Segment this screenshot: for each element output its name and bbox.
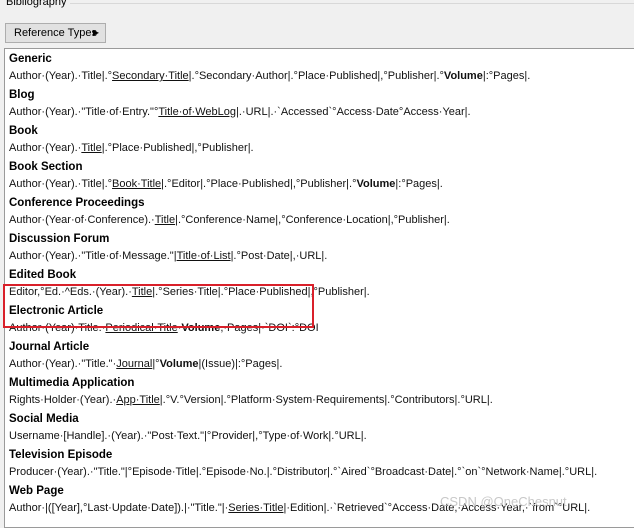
- reference-type-entry[interactable]: Multimedia Application Rights·Holder·(Yea…: [9, 375, 493, 411]
- template-field-underlined: Title: [154, 214, 176, 226]
- reference-type-entry[interactable]: Television Episode Producer·(Year).·"Titl…: [9, 447, 597, 483]
- reference-type-entry[interactable]: Blog Author·(Year).·"Title·of·Entry."°Tit…: [9, 87, 471, 123]
- reference-type-name: Multimedia Application: [9, 377, 135, 389]
- template-field-underlined: Book·Title: [112, 178, 162, 190]
- reference-type-name: Television Episode: [9, 449, 113, 461]
- citation-template[interactable]: Producer·(Year).·"Title."|°Episode·Title…: [9, 463, 597, 483]
- reference-type-name: Book: [9, 125, 38, 137]
- template-text: |:°Pages|.: [395, 178, 443, 190]
- template-text: |.°Conference·Name|,°Conference·Location…: [175, 214, 450, 226]
- template-text: Rights·Holder·(Year).·: [9, 394, 117, 406]
- template-text: Author·(Year).·"Title·of·Message."|: [9, 250, 177, 262]
- watermark: CSDN @OneChesnut: [440, 494, 567, 509]
- template-text: Author·(Year·of·Conference).·: [9, 214, 155, 226]
- template-text: Author·(Year).·Title|.°: [9, 178, 113, 190]
- reference-type-entry[interactable]: Book Author·(Year).·Title|.°Place·Publish…: [9, 123, 254, 159]
- reference-type-name: Discussion Forum: [9, 233, 110, 245]
- template-field-bold: Volume: [443, 70, 483, 82]
- reference-type-name: Conference Proceedings: [9, 197, 145, 209]
- template-text: |.°Secondary·Author|.°Place·Published|,°…: [188, 70, 444, 82]
- template-text: Author·(Year).·: [9, 142, 82, 154]
- citation-template[interactable]: Author·(Year·of·Conference).·Title|.°Con…: [9, 211, 450, 231]
- reference-type-entry[interactable]: Journal Article Author·(Year).·"Title."·J…: [9, 339, 282, 375]
- citation-template[interactable]: Author·(Year).·Title|.°Place·Published|,…: [9, 139, 254, 159]
- template-field-underlined: Series·Title: [228, 502, 284, 514]
- template-text: |.°Post·Date|,·URL|.: [230, 250, 328, 262]
- reference-type-entry[interactable]: Discussion Forum Author·(Year).·"Title·of…: [9, 231, 327, 267]
- template-text: |.°Editor|.°Place·Published|,°Publisher|…: [161, 178, 357, 190]
- template-text: Username·[Handle].·(Year).·"Post·Text."|…: [9, 430, 367, 442]
- reference-type-entry[interactable]: Social Media Username·[Handle].·(Year).·"…: [9, 411, 367, 447]
- template-field-bold: Volume: [356, 178, 396, 190]
- template-field-underlined: Title: [81, 142, 102, 154]
- template-text: Author·(Year).·"Title·of·Entry."°: [9, 106, 159, 118]
- template-field-underlined: Secondary·Title: [112, 70, 189, 82]
- bibliography-group-label: Bibliography: [6, 0, 69, 8]
- citation-template[interactable]: Author·(Year).·Title|.°Book·Title|.°Edit…: [9, 175, 443, 195]
- citation-template[interactable]: Author·(Year).·Title|.°Secondary·Title|.…: [9, 67, 530, 87]
- reference-type-name: Blog: [9, 89, 35, 101]
- reference-type-entry[interactable]: Conference Proceedings Author·(Year·of·Co…: [9, 195, 450, 231]
- template-field-underlined: Journal: [116, 358, 153, 370]
- reference-type-name: Edited Book: [9, 269, 77, 281]
- template-text: |.°V.°Version|.°Platform·System·Requirem…: [159, 394, 493, 406]
- template-field-underlined: Title·of·WebLog: [158, 106, 236, 118]
- template-field-underlined: App·Title: [116, 394, 160, 406]
- template-text: Producer·(Year).·"Title."|°Episode·Title…: [9, 466, 598, 478]
- template-text: |°: [152, 358, 160, 370]
- template-field-underlined: Title·of·List: [176, 250, 231, 262]
- citation-template[interactable]: Rights·Holder·(Year).·App·Title|.°V.°Ver…: [9, 391, 493, 411]
- reference-type-name: Book Section: [9, 161, 83, 173]
- reference-types-button[interactable]: Reference Types ▶: [5, 23, 106, 43]
- dropdown-arrow-icon: ▶: [92, 28, 99, 37]
- reference-types-label: Reference Types: [14, 27, 97, 39]
- reference-type-entry[interactable]: Generic Author·(Year).·Title|.°Secondary·…: [9, 51, 530, 87]
- citation-template[interactable]: Author·(Year).·"Title·of·Message."|Title…: [9, 247, 327, 267]
- template-text: |(Issue)|:°Pages|.: [198, 358, 283, 370]
- template-text: |.°Place·Published|,°Publisher|.: [101, 142, 254, 154]
- template-text: Author·(Year).·Title|.°: [9, 70, 113, 82]
- group-divider: [70, 3, 634, 4]
- template-text: |:°Pages|.: [482, 70, 531, 82]
- citation-template[interactable]: Username·[Handle].·(Year).·"Post·Text."|…: [9, 427, 367, 447]
- citation-template[interactable]: Author·(Year).·"Title·of·Entry."°Title·o…: [9, 103, 471, 123]
- template-text: Author·(Year).·"Title."·: [9, 358, 117, 370]
- citation-template[interactable]: Author·(Year).·"Title."·Journal|°Volume|…: [9, 355, 282, 375]
- reference-type-name: Journal Article: [9, 341, 90, 353]
- reference-type-entry[interactable]: Book Section Author·(Year).·Title|.°Book·…: [9, 159, 443, 195]
- template-field-bold: Volume: [159, 358, 199, 370]
- template-text: |.·URL|.·`Accessed`°Access·Date°Access·Y…: [236, 106, 471, 118]
- journal-article-highlight: [3, 284, 314, 328]
- template-text: Author·|([Year],°Last·Update·Date]).|·"T…: [9, 502, 229, 514]
- reference-type-name: Generic: [9, 53, 52, 65]
- reference-type-name: Social Media: [9, 413, 79, 425]
